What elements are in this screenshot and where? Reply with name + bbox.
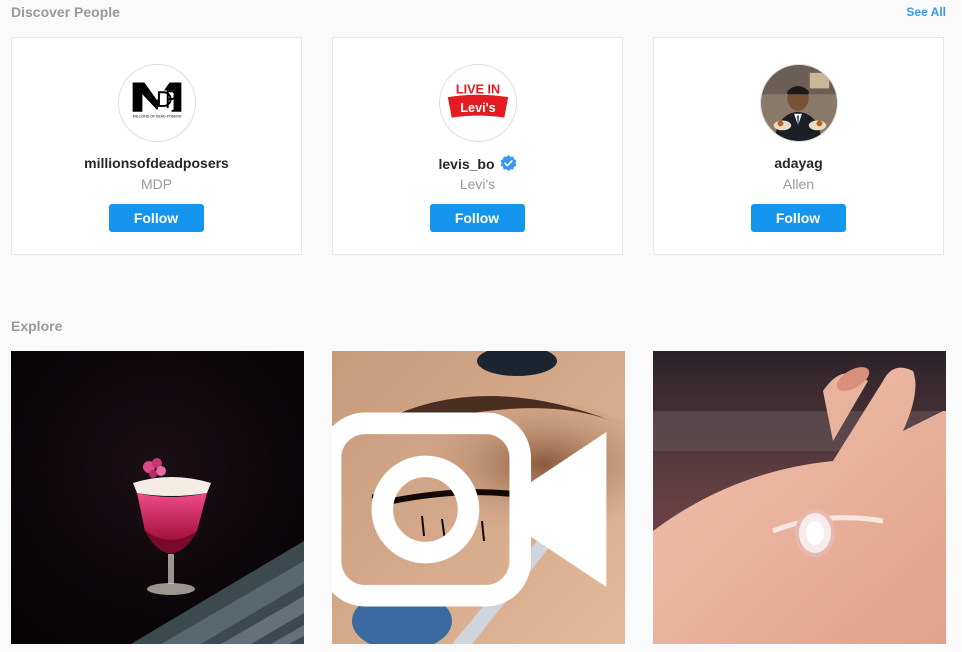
cocktail-photo — [11, 351, 304, 644]
video-camera-icon — [332, 412, 607, 607]
suggestion-card: LIVE IN Levi's levis_bo Levi's Follow — [332, 37, 623, 255]
user-photo-icon — [760, 65, 837, 141]
follow-button[interactable]: Follow — [108, 204, 204, 232]
avatar[interactable] — [759, 64, 838, 142]
explore-title: Explore — [11, 318, 63, 334]
discover-people-title: Discover People — [11, 4, 120, 20]
svg-text:Levi's: Levi's — [460, 101, 495, 115]
suggestion-card: adayag Allen Follow — [653, 37, 944, 255]
full-name: MDP — [140, 176, 173, 192]
explore-tile-makeup-video[interactable] — [332, 351, 625, 644]
ring-photo — [653, 351, 946, 644]
explore-tile-cocktail[interactable] — [11, 351, 304, 644]
levis-logo-icon: LIVE IN Levi's — [439, 65, 516, 141]
full-name: Allen — [782, 176, 815, 192]
follow-button[interactable]: Follow — [750, 204, 846, 232]
avatar[interactable]: LIVE IN Levi's — [438, 64, 517, 142]
svg-text:LIVE IN: LIVE IN — [455, 82, 499, 96]
verified-badge-icon — [500, 155, 516, 172]
username-text: levis_bo — [438, 156, 495, 172]
explore-tile-ring[interactable] — [653, 351, 946, 644]
svg-text:MILLIONS OF DEAD POSERS: MILLIONS OF DEAD POSERS — [132, 115, 181, 119]
avatar[interactable]: MILLIONS OF DEAD POSERS — [117, 64, 196, 142]
mdp-logo-icon: MILLIONS OF DEAD POSERS — [118, 65, 195, 141]
username[interactable]: levis_bo — [333, 155, 622, 172]
follow-button[interactable]: Follow — [429, 204, 525, 232]
username[interactable]: adayag — [654, 155, 943, 171]
suggestion-card: MILLIONS OF DEAD POSERS millionsofdeadpo… — [11, 37, 302, 255]
full-name: Levi's — [459, 176, 496, 192]
username[interactable]: millionsofdeadposers — [12, 155, 301, 171]
see-all-link[interactable]: See All — [906, 5, 946, 19]
